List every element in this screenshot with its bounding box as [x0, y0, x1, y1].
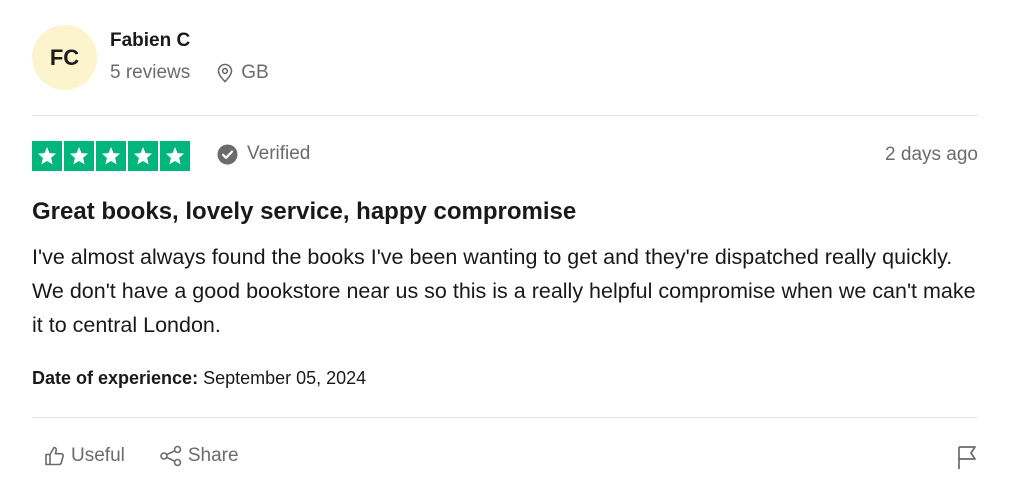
location-label: GB [241, 62, 269, 83]
reviewer-name[interactable]: Fabien C [110, 30, 190, 52]
useful-label: Useful [71, 445, 125, 466]
review-actions: Useful Share [44, 445, 239, 467]
experience-label: Date of experience: [32, 368, 199, 388]
review-date: 2 days ago [885, 144, 978, 165]
verified-badge[interactable]: Verified [217, 143, 310, 165]
reviewer-location: GB [216, 62, 269, 84]
star-icon [32, 141, 62, 171]
experience-date: September 05, 2024 [203, 368, 367, 388]
divider [32, 417, 978, 418]
share-button[interactable]: Share [159, 445, 239, 467]
share-icon [160, 445, 182, 467]
review-count: 5 reviews [110, 62, 191, 83]
avatar[interactable]: FC [32, 25, 97, 90]
star-icon [64, 141, 94, 171]
review-title[interactable]: Great books, lovely service, happy compr… [32, 198, 576, 226]
report-button[interactable] [956, 444, 978, 475]
star-rating [32, 141, 190, 171]
reviewer-meta: 5 reviews GB [110, 62, 269, 84]
verified-label: Verified [247, 143, 311, 164]
review-card: FC Fabien C 5 reviews GB Verified 2 days… [32, 0, 978, 498]
star-icon [128, 141, 158, 171]
divider [32, 115, 978, 116]
star-icon [160, 141, 190, 171]
verified-check-icon [217, 144, 238, 164]
review-text: I've almost always found the books I've … [32, 245, 976, 337]
useful-button[interactable]: Useful [44, 445, 125, 467]
share-label: Share [187, 445, 239, 466]
date-of-experience: Date of experience: September 05, 2024 [32, 368, 366, 389]
star-icon [96, 141, 126, 171]
thumbs-up-icon [45, 446, 64, 466]
location-pin-icon [217, 63, 233, 83]
flag-icon [958, 446, 976, 469]
